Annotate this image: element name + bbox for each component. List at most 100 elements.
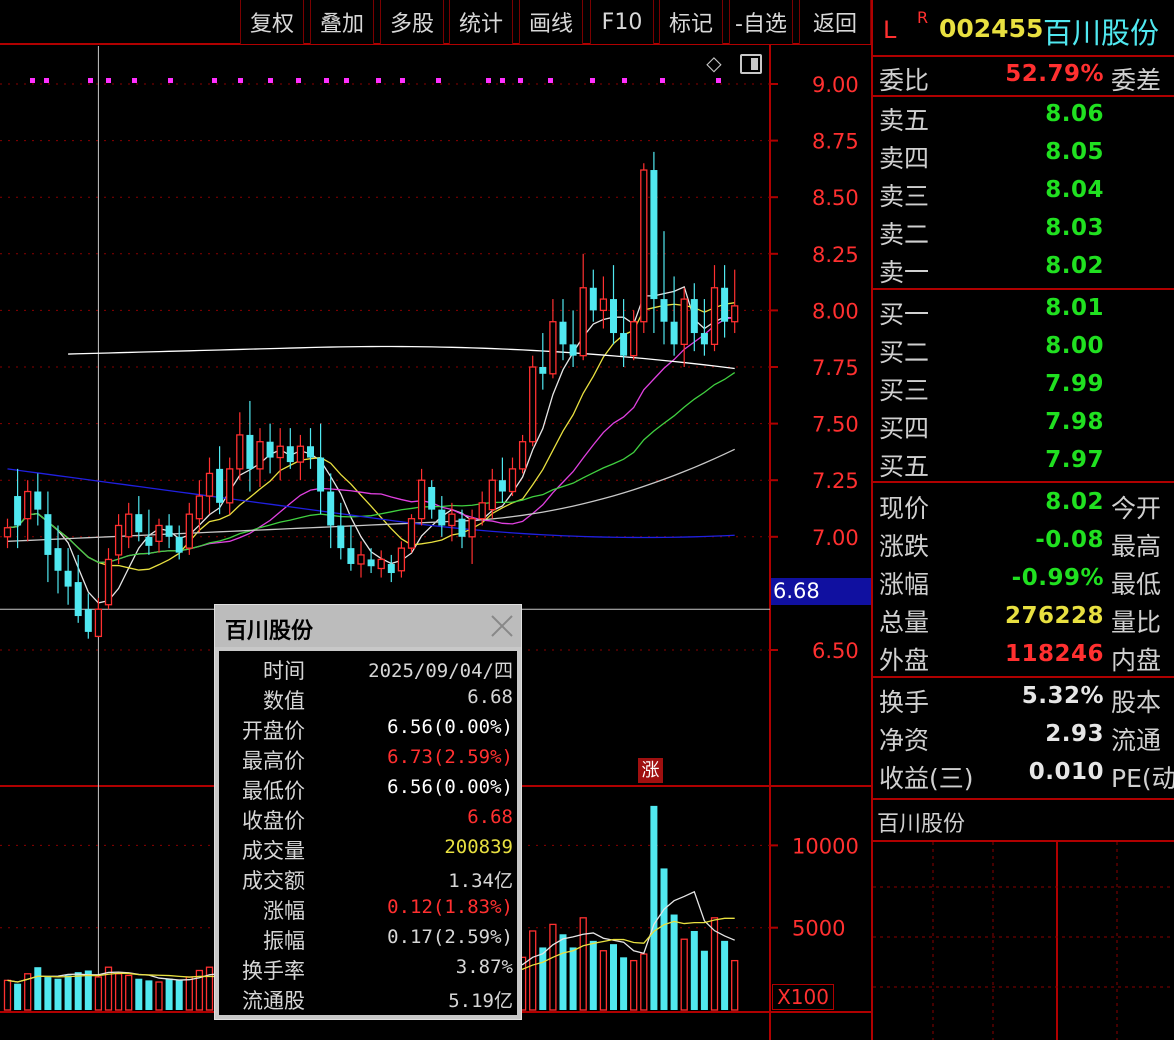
tooltip-value: 0.17(2.59%) [387,926,513,948]
volume-bar [670,914,678,1010]
candle [307,428,314,469]
candle [549,299,557,379]
quote-bids-row-4: 买五 7.97 [873,444,1174,482]
candle [347,525,355,571]
candle [518,434,527,474]
cursor-price-label: 6.68 [771,578,871,605]
toolbar-button-2[interactable]: 多股 [380,0,444,44]
tooltip-row: 最高价 6.73(2.59%) [219,743,517,773]
toolbar-button-1[interactable]: 叠加 [310,0,374,44]
toolbar-button-7[interactable]: -自选 [729,0,793,44]
toolbar-button-4[interactable]: 画线 [519,0,583,44]
quote-asks-row-2: 卖三 8.04 [873,174,1174,212]
volume-bar [569,947,577,1010]
tooltip-key: 时间 [263,659,305,683]
close-icon[interactable] [489,613,515,639]
quote-label2: 量比 [1111,608,1162,637]
toolbar-button-8[interactable]: 返回 [799,0,871,44]
tooltip-value: 3.87% [455,956,513,978]
tooltip-key: 收盘价 [242,809,305,833]
quote-panel: L R 002455 百川股份 委比 52.79% 委差 卖五 8.06 卖四 8.0… [871,0,1174,1040]
candle [236,412,244,481]
price-tick-label: 8.00 [812,299,859,323]
tooltip-value: 200839 [444,836,513,858]
candle [397,541,406,578]
stock-header: L R 002455 百川股份 [873,0,1174,50]
candle [680,287,688,367]
quote-label: 卖四 [879,144,930,173]
volume-bar [549,923,557,1011]
tooltip-row: 数值 6.68 [219,683,517,713]
candle [165,514,173,549]
quote-label2: 最低 [1111,570,1162,599]
tooltip-value: 6.73(2.59%) [387,746,513,768]
volume-bar [660,868,668,1010]
tooltip-key: 数值 [263,689,305,713]
data-tooltip[interactable]: 百川股份 时间 2025/09/04/四 数值 6.68 开盘价 6.56(0.00%) 最… [214,604,522,1020]
candle [24,480,32,542]
tooltip-value: 2025/09/04/四 [368,660,513,682]
quote-stats2-row-0: 换手 5.32% 股本 [873,680,1174,718]
toolbar-button-3[interactable]: 统计 [449,0,513,44]
quote-value: 276228 [1004,603,1104,629]
signal-dot [44,78,49,83]
volume-bar [630,959,638,1011]
volume-bar [731,959,739,1011]
quote-stats2-row-1: 净资 2.93 流通 [873,718,1174,756]
tooltip-title: 百川股份 [225,619,314,644]
tooltip-value: 0.12(1.83%) [387,896,513,918]
volume-bar [84,970,92,1010]
tooltip-titlebar[interactable]: 百川股份 [215,605,521,647]
candle [155,518,163,553]
volume-bar [205,966,214,1011]
quote-bids-row-2: 买三 7.99 [873,368,1174,406]
candle [135,496,143,542]
volume-bar [620,957,628,1010]
quote-value: 8.04 [1045,177,1104,203]
volume-bar [175,980,183,1010]
tooltip-value: 6.68 [467,806,513,828]
quote-label: 买三 [879,376,930,405]
tooltip-row: 最低价 6.56(0.00%) [219,773,517,803]
rise-marker[interactable]: 涨 [638,758,663,783]
signal-dot [400,78,405,83]
candle [14,468,22,549]
volume-bar [54,978,62,1010]
candle [286,428,294,469]
candle [296,434,305,481]
candle [559,299,567,361]
volume-bar [114,973,123,1011]
price-tick-label: 7.50 [812,413,859,437]
quote-label: 总量 [879,608,930,637]
tooltip-row: 收盘价 6.68 [219,803,517,833]
toolbar-button-5[interactable]: F10 [590,0,654,44]
candle [579,253,587,361]
quote-label: 买一 [879,300,930,329]
volume-bar [165,978,173,1010]
price-tick-label: 8.50 [812,186,859,210]
tooltip-key: 最低价 [242,779,305,803]
volume-bar [539,947,547,1010]
candle [529,355,537,447]
tooltip-value: 1.34亿 [448,870,513,892]
volume-bar [721,940,729,1010]
volume-bar [145,980,153,1010]
quote-value: 8.06 [1045,101,1104,127]
signal-dot [324,78,329,83]
window-toggle-icon[interactable] [740,54,762,74]
signal-dot [268,78,273,83]
signal-dot [106,78,111,83]
quote-label: 买二 [879,338,930,367]
quote-value: 8.02 [1045,489,1104,515]
candle [74,554,82,623]
candle [256,428,264,487]
signal-dot [238,78,243,83]
quote-value: 0.010 [1028,759,1104,785]
tooltip-row: 涨幅 0.12(1.83%) [219,893,517,923]
candle [44,491,52,583]
toolbar-button-0[interactable]: 复权 [240,0,304,44]
quote-value: 8.02 [1045,253,1104,279]
diamond-icon[interactable]: ◇ [703,52,725,74]
toolbar-button-6[interactable]: 标记 [659,0,723,44]
candle [246,400,254,492]
